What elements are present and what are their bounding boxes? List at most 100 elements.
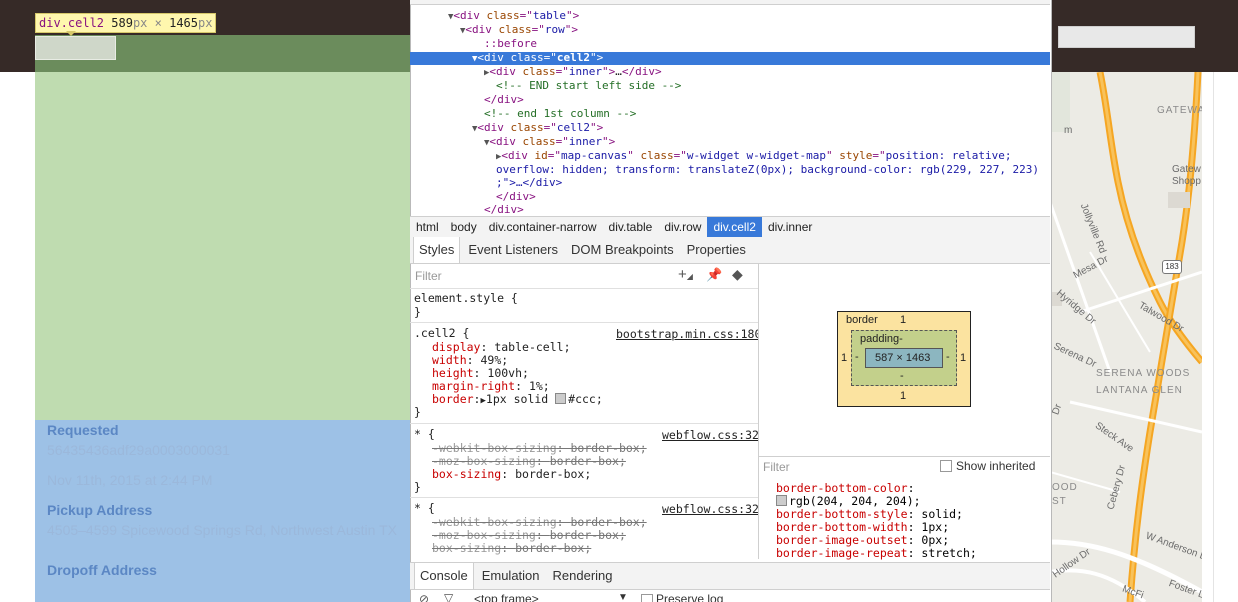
dom-node-map-canvas-style: overflow: hidden; transform: translateZ(…	[410, 163, 1050, 177]
dom-node-row[interactable]: ▼<div class="row">	[410, 23, 1050, 37]
chevron-down-icon[interactable]: ▼	[618, 592, 628, 602]
map-label-gateway: GATEWA	[1157, 105, 1202, 116]
header-button-left[interactable]	[35, 36, 116, 60]
map-label-st: ST	[1052, 496, 1067, 507]
divider	[410, 423, 758, 424]
divider	[410, 288, 758, 289]
box-model-border-top[interactable]: 1	[900, 314, 906, 326]
tab-rendering[interactable]: Rendering	[548, 563, 618, 589]
dom-comment-end-left[interactable]: <!-- END start left side -->	[410, 79, 1050, 93]
preserve-log-label: Preserve log	[656, 592, 724, 602]
box-model-border-left[interactable]: 1	[841, 352, 847, 364]
computed-property[interactable]: border-image-repeat: stretch;	[776, 547, 977, 560]
box-model-padding-left[interactable]: -	[855, 351, 859, 363]
breadcrumb-inner[interactable]: div.inner	[762, 217, 818, 237]
pin-icon[interactable]: 📌	[706, 267, 722, 283]
tab-emulation[interactable]: Emulation	[477, 563, 545, 589]
tooltip-height: 1465	[169, 16, 199, 30]
dom-tag: div	[484, 51, 504, 64]
dom-close-cell2-b[interactable]: </div>	[410, 203, 1050, 217]
map-label-lantana-glen: LANTANA GLEN	[1096, 385, 1183, 396]
map-label-shopping: Shopp	[1172, 176, 1201, 187]
styles-pane: Filter +◢ 📌 ◆ element.style { } .cell2 {…	[410, 264, 758, 559]
css-property-border[interactable]: border:▶1px solid #ccc;	[432, 393, 603, 408]
show-inherited-label: Show inherited	[956, 459, 1036, 473]
color-swatch-icon[interactable]	[776, 495, 787, 506]
dom-attr-value: ;">…</div>	[496, 176, 563, 189]
dom-attr-name: class	[522, 65, 556, 78]
css-property-overridden[interactable]: box-sizing: border-box;	[432, 542, 591, 555]
dom-close-cell2[interactable]: </div>	[410, 93, 1050, 107]
color-swatch-icon[interactable]	[555, 393, 567, 404]
dom-close-inner[interactable]: </div>	[410, 190, 1050, 204]
dom-comment: <!-- END start left side -->	[496, 79, 682, 92]
box-model-border-right[interactable]: 1	[960, 352, 966, 364]
dom-node-cell2[interactable]: ▼<div class="cell2">	[410, 121, 1050, 135]
styles-filter-input[interactable]: Filter	[415, 269, 442, 283]
frame-selector[interactable]: <top frame>	[474, 592, 539, 602]
clear-console-icon[interactable]: ⊘	[419, 592, 429, 602]
rule-source-link[interactable]: bootstrap.min.css:180	[616, 327, 758, 341]
element-style-selector[interactable]: element.style {	[414, 292, 518, 305]
pickup-address-label: Pickup Address	[47, 502, 153, 518]
box-model-padding-top[interactable]: -	[899, 333, 903, 345]
breadcrumb-container-narrow[interactable]: div.container-narrow	[483, 217, 603, 237]
box-model-padding-bottom[interactable]: -	[900, 370, 904, 382]
dom-attr-name: class	[510, 51, 544, 64]
dom-tag: div	[472, 23, 492, 36]
dom-node-inner[interactable]: ▼<div class="inner">	[410, 135, 1050, 149]
box-model-padding-right[interactable]: -	[946, 351, 950, 363]
tab-console[interactable]: Console	[414, 563, 474, 589]
preserve-log-checkbox[interactable]	[641, 594, 653, 602]
pane-splitter[interactable]	[758, 264, 759, 559]
dom-node-inner-collapsed[interactable]: ▶<div class="inner">…</div>	[410, 65, 1050, 79]
tab-properties[interactable]: Properties	[682, 237, 751, 263]
color-format-icon[interactable]: ◆	[732, 266, 743, 283]
dom-node-cell2-selected[interactable]: ▼<div class="cell2">	[410, 51, 1050, 65]
breadcrumb-table[interactable]: div.table	[603, 217, 659, 237]
dom-attr-value: cell2	[556, 51, 591, 64]
rule-selector-cell2[interactable]: .cell2 {	[414, 327, 469, 340]
dom-close-tag: </div>	[484, 93, 524, 106]
css-property[interactable]: box-sizing: border-box;	[432, 468, 591, 481]
map-roads	[1050, 72, 1202, 602]
tab-styles[interactable]: Styles	[413, 237, 461, 263]
map-label-gateway-shopping: Gatew	[1172, 164, 1201, 175]
tab-dom-breakpoints[interactable]: DOM Breakpoints	[566, 237, 679, 263]
dom-node-map-canvas[interactable]: ▶<div id="map-canvas" class="w-widget w-…	[410, 149, 1050, 163]
dom-attr-value: position: relative;	[885, 149, 1012, 162]
dom-attr-value: table	[532, 9, 567, 22]
breadcrumb-cell2[interactable]: div.cell2	[707, 217, 762, 237]
tooltip-height-unit: px	[198, 16, 213, 30]
map-canvas[interactable]: m GATEWA Gatew Shopp Jollyville Rd Mesa …	[1050, 72, 1202, 602]
rule-close: }	[414, 405, 421, 419]
tooltip-width-unit: px	[132, 16, 148, 30]
breadcrumb-body[interactable]: body	[445, 217, 483, 237]
rule-source-link[interactable]: webflow.css:32	[662, 428, 758, 442]
box-model-border-label: border	[846, 314, 878, 326]
show-inherited-checkbox[interactable]	[940, 460, 952, 472]
sidebar-tabs: Styles Event Listeners DOM Breakpoints Prop…	[410, 237, 1050, 264]
breadcrumb-row[interactable]: div.row	[658, 217, 707, 237]
computed-filter-input[interactable]: Filter	[763, 460, 790, 474]
dom-attr-name: id	[534, 149, 548, 162]
dom-node-before[interactable]: ::before	[410, 37, 1050, 51]
dom-node-table[interactable]: ▼<div class="table">	[410, 9, 1050, 23]
dom-comment-end-column[interactable]: <!-- end 1st column -->	[410, 107, 1050, 121]
rule-selector-universal[interactable]: * {	[414, 428, 435, 441]
rule-source-link[interactable]: webflow.css:32	[662, 502, 758, 516]
dom-attr-value: inner	[568, 135, 603, 148]
breadcrumb-html[interactable]: html	[410, 217, 445, 237]
dom-attr-value: inner	[568, 65, 603, 78]
highway-183-shield-icon: 183	[1162, 260, 1182, 274]
dom-attr-value: map-canvas	[561, 149, 628, 162]
add-rule-icon[interactable]: +◢	[678, 266, 693, 283]
request-time-value: Nov 11th, 2015 at 2:44 PM	[47, 472, 213, 488]
dom-tag: div	[496, 65, 516, 78]
tab-event-listeners[interactable]: Event Listeners	[463, 237, 563, 263]
header-button[interactable]	[1058, 26, 1195, 48]
map-label-m: m	[1064, 125, 1073, 136]
filter-icon[interactable]: ▽	[444, 591, 453, 602]
rule-selector-universal[interactable]: * {	[414, 502, 435, 515]
box-model-border-bottom[interactable]: 1	[900, 390, 906, 402]
